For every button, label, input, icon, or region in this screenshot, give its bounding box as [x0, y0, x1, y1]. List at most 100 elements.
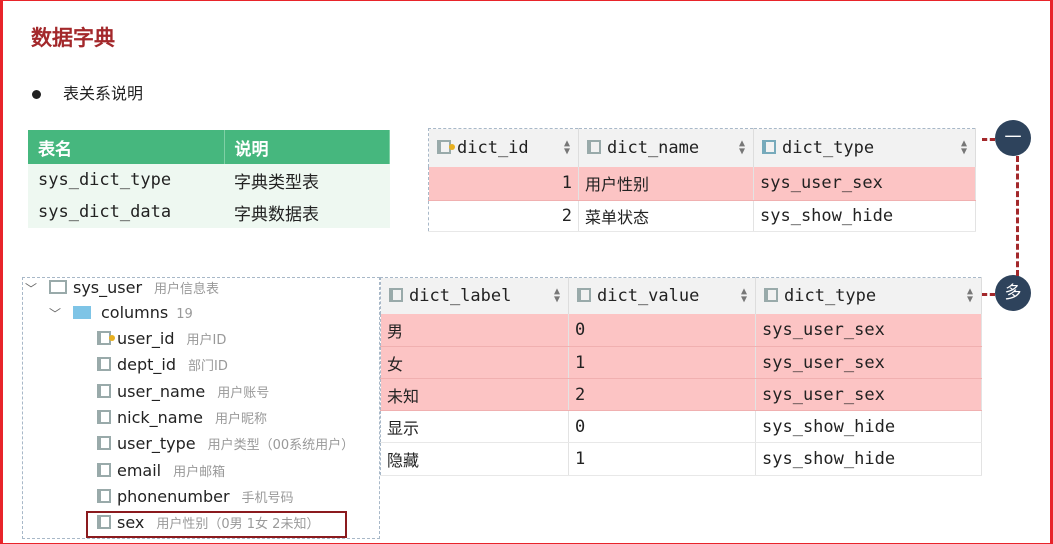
node-comment: 用户邮箱	[173, 464, 226, 480]
column-icon	[587, 139, 601, 154]
sort-icon[interactable]: ▲ ▼	[961, 138, 967, 156]
cell[interactable]: 1	[428, 166, 579, 201]
column-icon	[97, 409, 111, 424]
column-header-dict-id[interactable]: dict_id ▲ ▼	[428, 128, 579, 167]
sort-icon[interactable]: ▲ ▼	[741, 286, 747, 304]
cell[interactable]: sys_user_sex	[755, 346, 982, 379]
tree-node-column[interactable]: user_name 用户账号	[97, 382, 269, 401]
grid-row[interactable]: 显示 0 sys_show_hide	[380, 410, 982, 443]
node-count: 19	[176, 307, 193, 322]
cell[interactable]: 用户性别	[578, 166, 754, 201]
column-icon	[577, 287, 591, 302]
cell: sys_dict_type	[28, 164, 224, 196]
column-icon	[389, 287, 403, 302]
bullet-item: 表关系说明	[32, 80, 143, 104]
page-title: 数据字典	[31, 26, 115, 50]
column-header-dict-value[interactable]: dict_value ▲ ▼	[568, 277, 756, 314]
cell[interactable]: 菜单状态	[578, 200, 754, 232]
cell[interactable]: sys_show_hide	[753, 200, 976, 232]
cell[interactable]: 2	[428, 200, 579, 232]
cell[interactable]: sys_show_hide	[755, 410, 982, 443]
tree-node-column[interactable]: dept_id 部门ID	[97, 355, 228, 374]
dict-type-grid: dict_id ▲ ▼ dict_name ▲ ▼ dict_type ▲ ▼ 1 用户性别 s…	[428, 128, 976, 232]
node-label: user_id	[117, 329, 175, 348]
tree-node-column[interactable]: user_id 用户ID	[97, 329, 226, 348]
column-header-dict-label[interactable]: dict_label ▲ ▼	[380, 277, 569, 314]
header-label: dict_id	[457, 137, 529, 158]
column-icon	[97, 357, 111, 372]
tree-node-columns[interactable]: ﹀ columns 19	[49, 303, 193, 322]
relation-one-badge: 一	[995, 120, 1031, 156]
cell[interactable]: sys_user_sex	[753, 166, 976, 201]
cell[interactable]: 0	[568, 410, 756, 443]
arrow-left-icon	[982, 138, 995, 141]
cell: 字典类型表	[224, 164, 390, 196]
bullet-dot	[32, 90, 41, 99]
column-icon	[762, 139, 776, 154]
relation-connector-many	[982, 293, 995, 296]
folder-icon	[73, 306, 91, 319]
header-label: dict_type	[782, 137, 875, 158]
node-label: user_name	[117, 381, 206, 401]
column-header-dict-name[interactable]: dict_name ▲ ▼	[578, 128, 754, 167]
grid-row[interactable]: 1 用户性别 sys_user_sex	[428, 166, 976, 201]
cell[interactable]: 女	[380, 346, 569, 379]
cell[interactable]: 隐藏	[380, 442, 569, 476]
header-label: dict_label	[409, 285, 512, 306]
column-icon	[764, 287, 778, 302]
table-list: 表名 说明 sys_dict_type 字典类型表 sys_dict_data 字典数…	[28, 130, 390, 228]
grid-row[interactable]: 未知 2 sys_user_sex	[380, 378, 982, 411]
node-comment: 用户ID	[186, 333, 227, 348]
relation-many-badge: 多	[995, 275, 1031, 311]
grid-row[interactable]: 2 菜单状态 sys_show_hide	[428, 200, 976, 232]
node-comment: 用户信息表	[154, 282, 220, 297]
cell[interactable]: sys_user_sex	[755, 378, 982, 411]
cell[interactable]: sys_show_hide	[755, 442, 982, 476]
cell[interactable]: 未知	[380, 378, 569, 411]
tree-node-table[interactable]: ﹀ sys_user 用户信息表	[25, 278, 219, 297]
node-label: user_type	[117, 434, 196, 454]
node-comment: 手机号码	[241, 490, 294, 506]
cell[interactable]: 1	[568, 442, 756, 476]
cell[interactable]: 男	[380, 313, 569, 347]
node-comment: 用户类型（00系统用户）	[207, 438, 355, 454]
sort-icon[interactable]: ▲ ▼	[967, 286, 973, 304]
node-label: email	[117, 460, 162, 480]
sort-icon[interactable]: ▲ ▼	[554, 286, 560, 304]
column-header-dict-type[interactable]: dict_type ▲ ▼	[753, 128, 976, 167]
grid-row[interactable]: 隐藏 1 sys_show_hide	[380, 442, 982, 476]
schema-tree: ﹀ sys_user 用户信息表 ﹀ columns 19 user_id 用户ID dep…	[22, 277, 380, 539]
tree-node-column[interactable]: user_type 用户类型（00系统用户）	[97, 434, 354, 453]
node-comment: 用户昵称	[215, 411, 268, 427]
chevron-down-icon[interactable]: ﹀	[25, 280, 49, 297]
sort-icon[interactable]: ▲ ▼	[739, 138, 745, 156]
header-label: dict_type	[784, 285, 877, 306]
node-label: sys_user	[73, 278, 143, 297]
relation-connector	[1016, 156, 1019, 276]
primary-key-column-icon	[437, 139, 455, 154]
tree-node-column[interactable]: nick_name 用户昵称	[97, 408, 267, 427]
cell[interactable]: sys_user_sex	[755, 313, 982, 347]
node-comment: 用户账号	[217, 385, 270, 401]
cell[interactable]: 2	[568, 378, 756, 411]
primary-key-column-icon	[97, 331, 115, 345]
cell[interactable]: 显示	[380, 410, 569, 443]
chevron-down-icon[interactable]: ﹀	[49, 305, 73, 322]
column-icon	[97, 488, 111, 503]
tree-node-column[interactable]: email 用户邮箱	[97, 461, 225, 480]
tree-node-column[interactable]: phonenumber 手机号码	[97, 487, 294, 506]
cell[interactable]: 0	[568, 313, 756, 347]
column-header-dict-type[interactable]: dict_type ▲ ▼	[755, 277, 982, 314]
grid-row[interactable]: 女 1 sys_user_sex	[380, 346, 982, 379]
grid-row[interactable]: 男 0 sys_user_sex	[380, 313, 982, 347]
node-comment: 部门ID	[188, 359, 228, 375]
table-icon	[49, 280, 67, 294]
highlight-box-sex	[86, 511, 347, 538]
header-description: 说明	[224, 130, 390, 164]
cell: 字典数据表	[224, 196, 390, 228]
node-label: dept_id	[117, 355, 177, 375]
sort-icon[interactable]: ▲ ▼	[564, 138, 570, 156]
table-row: sys_dict_type 字典类型表	[28, 164, 390, 196]
cell[interactable]: 1	[568, 346, 756, 379]
node-label: phonenumber	[117, 486, 230, 506]
